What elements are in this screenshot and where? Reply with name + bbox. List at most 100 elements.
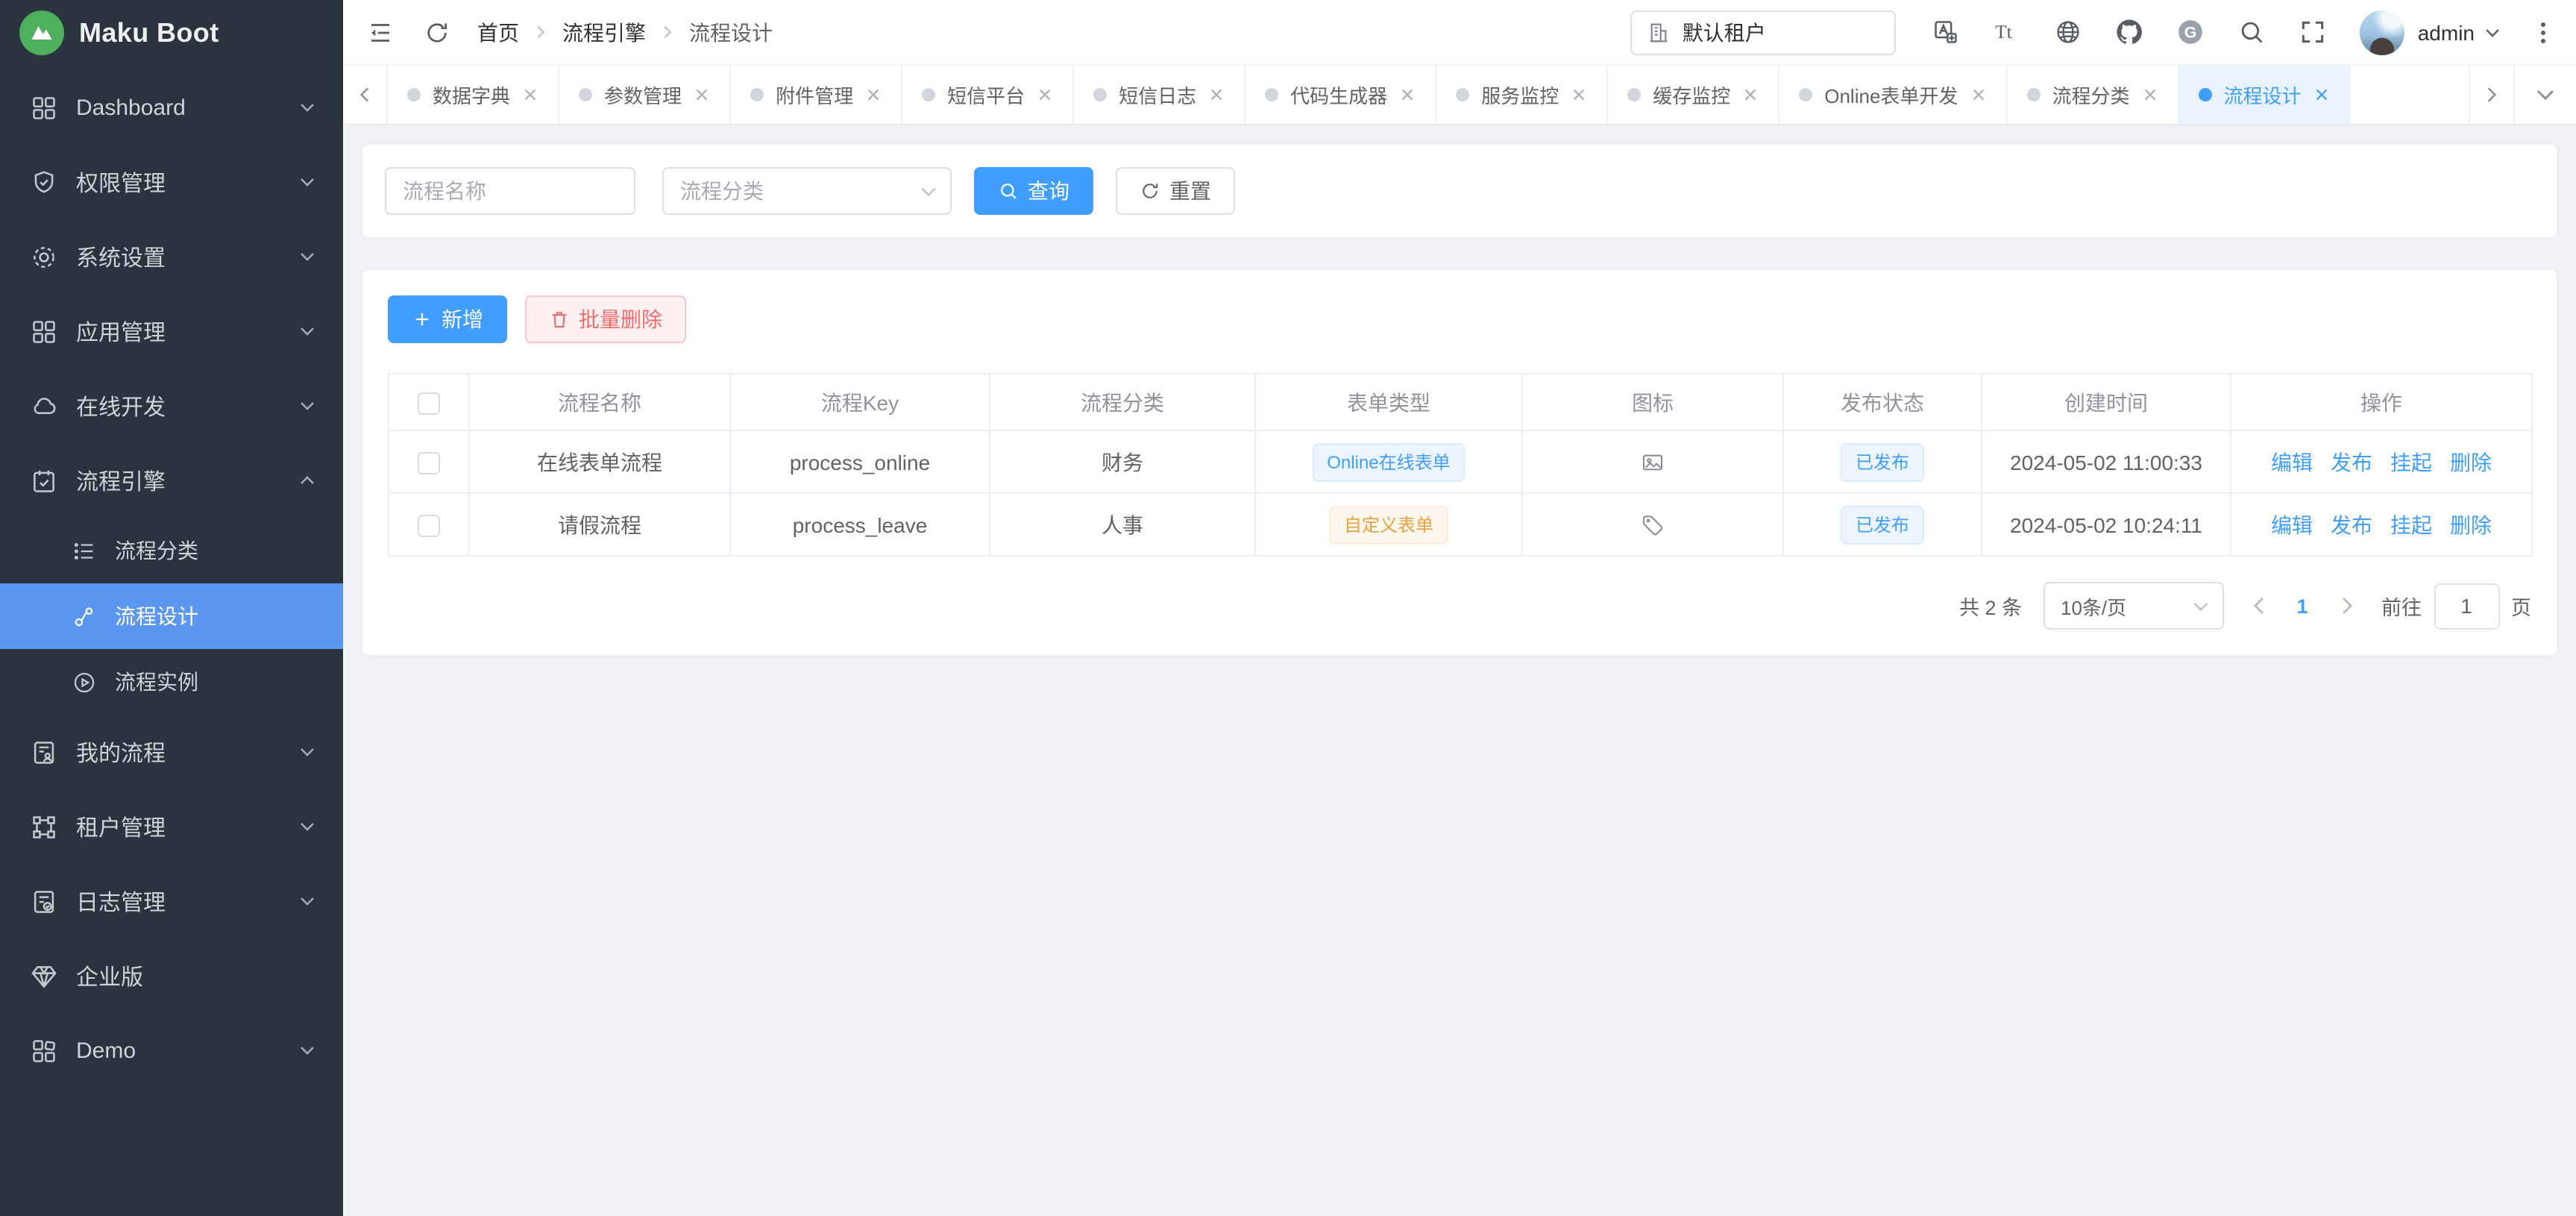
chevron-down-icon	[298, 743, 316, 761]
sidebar-item-process-category[interactable]: 流程分类	[0, 518, 343, 583]
cloud-icon	[30, 392, 58, 420]
delete-link[interactable]: 删除	[2450, 450, 2492, 474]
process-table: 流程名称 流程Key 流程分类 表单类型 图标 发布状态 创建时间 操作	[388, 373, 2533, 557]
chevron-down-icon[interactable]	[2484, 23, 2501, 41]
gitee-icon[interactable]: G	[2176, 18, 2205, 46]
process-name-input[interactable]	[386, 169, 634, 213]
column-publish-status: 发布状态	[1783, 374, 1982, 430]
close-icon[interactable]	[1742, 87, 1759, 103]
sidebar-item-my-workflow[interactable]: 我的流程	[0, 715, 343, 789]
chevron-down-icon	[919, 181, 938, 201]
tabs-scroll-left[interactable]	[343, 66, 388, 124]
app-logo[interactable]: Maku Boot	[0, 0, 343, 66]
goto-page-input[interactable]	[2435, 583, 2498, 628]
close-icon[interactable]	[522, 87, 538, 103]
batch-delete-button[interactable]: 批量删除	[525, 295, 686, 343]
collapse-sidebar-icon[interactable]	[367, 19, 394, 46]
tab-dot	[2198, 88, 2211, 101]
form-type-badge: 自定义表单	[1329, 505, 1448, 544]
table-toolbar: 新增 批量删除	[388, 295, 2531, 343]
tab-process-design[interactable]: 流程设计	[2178, 66, 2350, 124]
breadcrumb-workflow-engine[interactable]: 流程引擎	[562, 17, 646, 47]
close-icon[interactable]	[2313, 87, 2330, 103]
tab-service-monitor[interactable]: 服务监控	[1436, 66, 1608, 124]
refresh-icon[interactable]	[424, 19, 450, 46]
process-category-select[interactable]	[662, 167, 952, 215]
tab-process-category[interactable]: 流程分类	[2007, 66, 2178, 124]
publish-link[interactable]: 发布	[2331, 450, 2372, 474]
close-icon[interactable]	[1571, 87, 1587, 103]
cell-created-time: 2024-05-02 11:00:33	[1982, 430, 2231, 493]
sidebar-item-process-design[interactable]: 流程设计	[0, 583, 343, 649]
close-icon[interactable]	[2141, 87, 2158, 103]
edit-link[interactable]: 编辑	[2271, 513, 2313, 536]
tab-sms-log[interactable]: 短信日志	[1074, 66, 1245, 124]
next-page-icon[interactable]	[2334, 594, 2357, 618]
close-icon[interactable]	[1208, 87, 1225, 103]
chevron-down-icon	[298, 322, 316, 340]
suspend-link[interactable]: 挂起	[2390, 450, 2432, 474]
tab-code-generator[interactable]: 代码生成器	[1245, 66, 1436, 124]
row-checkbox[interactable]	[418, 515, 440, 537]
translate-icon[interactable]	[1932, 18, 1960, 46]
close-icon[interactable]	[1970, 87, 1986, 103]
fullscreen-icon[interactable]	[2299, 18, 2327, 46]
suspend-link[interactable]: 挂起	[2390, 513, 2432, 536]
search-icon[interactable]	[2237, 18, 2266, 46]
publish-link[interactable]: 发布	[2331, 513, 2372, 536]
close-icon[interactable]	[1399, 87, 1416, 103]
sidebar-item-dashboard[interactable]: Dashboard	[0, 70, 343, 145]
sidebar-item-permissions[interactable]: 权限管理	[0, 145, 343, 219]
more-settings-icon[interactable]	[2531, 19, 2555, 46]
close-icon[interactable]	[1037, 87, 1053, 103]
play-circle-icon	[72, 669, 97, 695]
globe-icon[interactable]	[2054, 18, 2082, 46]
content-area: 查询 重置 新增 批量删除	[343, 125, 2576, 1216]
reset-button[interactable]: 重置	[1116, 167, 1235, 215]
delete-link[interactable]: 删除	[2450, 513, 2492, 536]
select-all-checkbox[interactable]	[418, 392, 440, 415]
page-number-1[interactable]: 1	[2292, 595, 2313, 617]
tab-online-form-dev[interactable]: Online表单开发	[1779, 66, 2007, 124]
sidebar-item-demo[interactable]: Demo	[0, 1013, 343, 1088]
tab-attachment-management[interactable]: 附件管理	[731, 66, 902, 124]
tenant-value: 默认租户	[1683, 17, 1766, 47]
edit-link[interactable]: 编辑	[2271, 450, 2313, 474]
pagination: 共 2 条 10条/页 1 前往 页	[388, 582, 2531, 630]
sidebar-item-tenant-management[interactable]: 租户管理	[0, 789, 343, 864]
sidebar-item-process-instance[interactable]: 流程实例	[0, 649, 343, 715]
cell-process-category: 人事	[990, 493, 1255, 556]
sidebar-item-online-dev[interactable]: 在线开发	[0, 369, 343, 443]
page-size-select[interactable]: 10条/页	[2043, 582, 2223, 630]
sidebar-item-enterprise[interactable]: 企业版	[0, 938, 343, 1013]
sidebar-item-log-management[interactable]: 日志管理	[0, 864, 343, 938]
tenant-select[interactable]: 默认租户	[1630, 10, 1896, 54]
close-icon[interactable]	[865, 87, 882, 103]
tabs-dropdown[interactable]	[2513, 66, 2576, 124]
user-avatar[interactable]	[2360, 10, 2404, 54]
tab-sms-platform[interactable]: 短信平台	[902, 66, 1074, 124]
process-category-input[interactable]	[664, 169, 919, 213]
sidebar-item-system-settings[interactable]: 系统设置	[0, 219, 343, 294]
search-button[interactable]: 查询	[974, 167, 1093, 215]
breadcrumb-home[interactable]: 首页	[477, 17, 519, 47]
tabs-scroll-right[interactable]	[2469, 66, 2513, 124]
tab-parameter-management[interactable]: 参数管理	[559, 66, 731, 124]
add-button[interactable]: 新增	[388, 295, 507, 343]
app-title: Maku Boot	[79, 17, 219, 48]
column-created-time: 创建时间	[1982, 374, 2231, 430]
font-size-icon[interactable]: Tt	[1993, 18, 2021, 46]
building-icon	[1647, 20, 1671, 44]
sidebar-item-app-management[interactable]: 应用管理	[0, 294, 343, 369]
sidebar-item-workflow-engine[interactable]: 流程引擎	[0, 443, 343, 518]
column-process-name: 流程名称	[469, 374, 730, 430]
github-icon[interactable]	[2115, 18, 2143, 46]
tab-data-dictionary[interactable]: 数据字典	[388, 66, 559, 124]
prev-page-icon[interactable]	[2247, 594, 2271, 618]
close-icon[interactable]	[694, 87, 710, 103]
row-checkbox[interactable]	[418, 452, 440, 474]
tab-dot	[922, 88, 935, 101]
username[interactable]: admin	[2418, 20, 2475, 44]
tab-cache-monitor[interactable]: 缓存监控	[1608, 66, 1779, 124]
svg-text:G: G	[2184, 24, 2196, 42]
